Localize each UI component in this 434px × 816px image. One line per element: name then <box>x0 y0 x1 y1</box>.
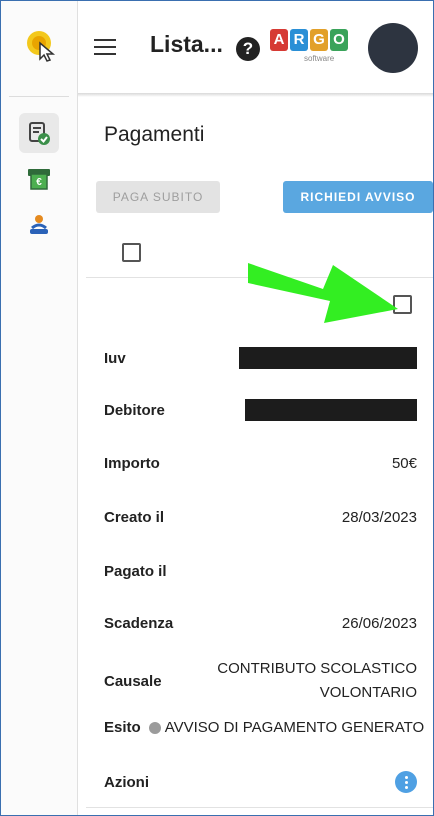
field-esito: Esito AVVISO DI PAGAMENTO GENERATO <box>104 719 424 736</box>
importo-value: 50€ <box>391 455 417 472</box>
app-frame: € Lista... ? A R G O software Pagamenti … <box>0 0 434 816</box>
richiedi-avviso-button[interactable]: RICHIEDI AVVISO <box>283 181 433 213</box>
field-creato: Creato il 28/03/2023 <box>104 509 417 526</box>
field-scadenza: Scadenza 26/06/2023 <box>104 615 417 632</box>
rail-item-payments[interactable]: € <box>19 159 59 199</box>
creato-value: 28/03/2023 <box>341 509 417 526</box>
payment-receipt-icon: € <box>28 169 50 190</box>
svg-text:€: € <box>36 177 42 188</box>
app-title: Lista... <box>150 31 223 57</box>
importo-label: Importo <box>104 455 160 472</box>
select-all-checkbox[interactable] <box>122 243 141 262</box>
field-azioni: Azioni <box>104 771 417 793</box>
green-arrow-annotation <box>248 263 398 323</box>
argo-letter-r: R <box>290 29 308 51</box>
azioni-label: Azioni <box>104 773 149 791</box>
page-title: Pagamenti <box>104 123 205 146</box>
main-content: Lista... ? A R G O software Pagamenti PA… <box>78 1 433 815</box>
esito-value: AVVISO DI PAGAMENTO GENERATO <box>164 719 425 736</box>
debitore-redacted-value <box>245 399 417 421</box>
paga-subito-button[interactable]: PAGA SUBITO <box>96 181 220 213</box>
argo-logo: A R G O <box>270 29 348 51</box>
rail-item-learning[interactable] <box>19 205 59 245</box>
creato-label: Creato il <box>104 509 165 526</box>
avatar[interactable] <box>368 23 418 73</box>
argo-subtitle: software <box>304 54 335 63</box>
field-iuv: Iuv <box>104 347 417 369</box>
esito-label: Esito <box>104 719 141 736</box>
more-actions-icon[interactable] <box>395 771 417 793</box>
causale-value: CONTRIBUTO SCOLASTICO VOLONTARIO <box>217 657 417 705</box>
status-dot-icon <box>148 721 161 734</box>
side-rail: € <box>1 1 78 815</box>
field-debitore: Debitore <box>104 399 417 421</box>
causale-line-1: CONTRIBUTO SCOLASTICO <box>217 660 417 677</box>
field-importo: Importo 50€ <box>104 455 417 472</box>
argo-letter-g: G <box>310 29 328 51</box>
causale-label: Causale <box>104 672 162 690</box>
help-icon[interactable]: ? <box>236 37 260 61</box>
iuv-label: Iuv <box>104 349 126 367</box>
iuv-redacted-value <box>239 347 417 369</box>
argo-letter-o: O <box>330 29 348 51</box>
field-causale: Causale CONTRIBUTO SCOLASTICO VOLONTARIO <box>104 657 417 705</box>
footer-divider <box>86 807 433 808</box>
cursor-touch-logo-icon[interactable] <box>25 29 59 63</box>
argo-letter-a: A <box>270 29 288 51</box>
causale-line-2: VOLONTARIO <box>319 684 417 701</box>
person-learning-icon <box>30 215 48 234</box>
menu-icon[interactable] <box>94 39 116 60</box>
field-pagato: Pagato il <box>104 563 417 580</box>
debitore-label: Debitore <box>104 401 165 419</box>
pagato-label: Pagato il <box>104 563 167 580</box>
scadenza-label: Scadenza <box>104 615 174 632</box>
rail-item-documents[interactable] <box>19 113 59 153</box>
app-bar-shadow <box>78 93 433 97</box>
app-bar: Lista... ? A R G O software <box>78 1 433 93</box>
rail-divider <box>9 96 69 97</box>
scadenza-value: 26/06/2023 <box>341 615 417 632</box>
document-check-icon <box>29 122 50 145</box>
